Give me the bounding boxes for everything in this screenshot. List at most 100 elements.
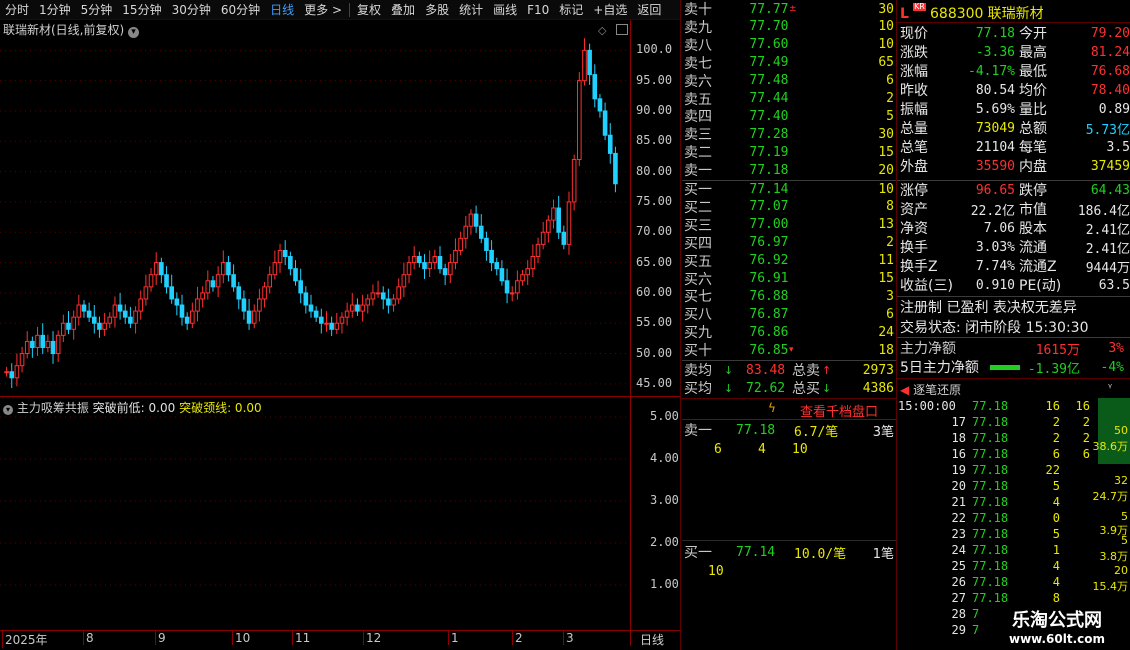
indicator-axis: 5.00 4.00 3.00 2.00 1.00 — [632, 396, 680, 630]
bid-row[interactable]: 买五 76.92 11 — [684, 252, 894, 270]
thousand-buy-detail: 10 — [708, 562, 724, 580]
thousand-mid-line — [682, 540, 896, 541]
tick-row: 19 77.18 22 — [898, 462, 1098, 478]
tick-price: 77.18 — [972, 591, 1009, 605]
tick-price: 77.18 — [972, 575, 1009, 589]
level-price: 76.85 — [749, 342, 789, 358]
ask-row[interactable]: 卖七 77.49 65 — [684, 54, 894, 72]
period-5min[interactable]: 5分钟 — [76, 1, 118, 18]
bid-row[interactable]: 买三 77.00 13 — [684, 216, 894, 234]
period-more[interactable]: 更多 > — [299, 1, 347, 18]
candle-body — [535, 243, 541, 258]
level-volume: 30 — [878, 1, 894, 17]
candle-body — [102, 322, 107, 330]
tool-f10[interactable]: F10 — [522, 3, 554, 17]
tool-multi[interactable]: 多股 — [420, 1, 454, 18]
quote-row: 总量 73049 总额 5.73亿 — [900, 119, 1130, 138]
bid-row[interactable]: 买八 76.87 6 — [684, 305, 894, 324]
tick-price: 77.18 — [972, 527, 1009, 541]
five-day-label: 5日主力净额 — [900, 360, 979, 376]
period-daily[interactable]: 日线 — [265, 1, 299, 18]
quote-value-2: 79.20 — [1090, 25, 1130, 41]
quote-row: 换手 3.03% 流通 2.41亿 — [900, 238, 1130, 257]
ask-row[interactable]: 卖二 77.19 15 — [684, 143, 894, 162]
period-1min[interactable]: 1分钟 — [34, 1, 76, 18]
candle-body — [525, 268, 531, 276]
quote-row: 振幅 5.69% 量比 0.89 — [900, 100, 1130, 119]
quote-value: 0.910 — [975, 277, 1015, 293]
five-day-value: -1.39亿 — [1027, 361, 1080, 377]
bid-row[interactable]: 买四 76.97 2 — [684, 234, 894, 252]
stock-code: 688300 — [930, 6, 984, 22]
candle-body — [19, 353, 25, 367]
tick-price: 77.18 — [972, 479, 1009, 493]
ask-row[interactable]: 卖八 77.60 10 — [684, 36, 894, 54]
ticks-title-text[interactable]: 逐笔还原 — [913, 383, 961, 397]
ask-row[interactable]: 卖九 77.70 10 — [684, 18, 894, 36]
quote-label-2: 流通Z — [1019, 259, 1057, 275]
bid-row[interactable]: 买一 77.14 10 — [684, 180, 894, 199]
bid-row[interactable]: 买七 76.88 3 — [684, 287, 894, 306]
ask-row[interactable]: 卖五 77.44 2 — [684, 90, 894, 108]
tool-mark[interactable]: 标记 — [554, 1, 588, 18]
filter-icon[interactable]: ᵞ — [1108, 381, 1112, 394]
quote-row: 现价 77.18 今开 79.20 — [900, 24, 1130, 43]
bid-row[interactable]: 买二 77.07 8 — [684, 198, 894, 216]
quote-label: 换手 — [900, 240, 928, 256]
level-price: 76.92 — [749, 253, 789, 269]
candle-body — [143, 286, 149, 300]
ask-row[interactable]: 卖一 77.18 20 — [684, 161, 894, 180]
bid-row[interactable]: 买六 76.91 15 — [684, 270, 894, 288]
ask-row[interactable]: 卖三 77.28 30 — [684, 125, 894, 144]
candle-body — [117, 304, 123, 312]
period-fenshi[interactable]: 分时 — [0, 1, 34, 18]
candle-body — [9, 371, 15, 379]
tick-side-value: 32 — [1114, 474, 1128, 487]
sell-detail-2: 4 — [758, 441, 766, 457]
tick-volume: 22 — [1045, 463, 1060, 477]
candle-body — [262, 286, 267, 300]
badge-kr: KR — [913, 2, 926, 11]
total-buy-value: 4386 — [862, 380, 894, 396]
candle-body — [45, 340, 51, 348]
bid-row[interactable]: 买九 76.86 24 — [684, 323, 894, 342]
indicator-tick: 2.00 — [650, 535, 679, 549]
quote-label-2: PE(动) — [1019, 278, 1062, 294]
ask-row[interactable]: 卖六 77.48 6 — [684, 72, 894, 90]
candle-body — [55, 334, 61, 355]
candle-body — [592, 74, 598, 100]
candle-body — [587, 49, 592, 76]
watermark: 乐淘公式网 www.60lt.com — [992, 604, 1122, 648]
candle-body — [576, 80, 582, 160]
thousand-divider — [682, 398, 896, 399]
quote-label: 现价 — [900, 26, 928, 42]
quote-value: 21104 — [975, 139, 1015, 155]
thousand-buy-price: 77.14 — [736, 544, 776, 560]
candle-body — [86, 310, 92, 318]
quote-value-2: 37459 — [1090, 158, 1130, 174]
badge-l: L — [900, 6, 909, 22]
candle-body — [272, 262, 278, 276]
period-60min[interactable]: 60分钟 — [216, 1, 265, 18]
period-30min[interactable]: 30分钟 — [167, 1, 216, 18]
candle-body — [4, 371, 9, 374]
buy-avg-label: 买均 — [684, 381, 712, 397]
tool-stats[interactable]: 统计 — [454, 1, 488, 18]
tool-fuquan[interactable]: 复权 — [352, 1, 386, 18]
candle-body — [169, 286, 174, 300]
ask-row[interactable]: 卖十 77.77 ±30 — [684, 0, 894, 19]
ask-row[interactable]: 卖四 77.40 5 — [684, 107, 894, 126]
candle-body — [35, 334, 40, 348]
period-15min[interactable]: 15分钟 — [117, 1, 166, 18]
tick-volume: 4 — [1052, 495, 1060, 509]
candle-body — [582, 49, 587, 82]
tool-draw[interactable]: 画线 — [488, 1, 522, 18]
tool-add-watch[interactable]: +自选 — [588, 1, 632, 18]
tool-overlay[interactable]: 叠加 — [386, 1, 420, 18]
watermark-title: 乐淘公式网 — [1012, 610, 1102, 631]
candle-body — [215, 274, 221, 288]
thousand-buy-row: 买一 77.14 10.0/笔 1笔 — [684, 543, 894, 562]
quote-label: 外盘 — [900, 159, 928, 175]
thousand-link[interactable]: 查看千档盘口 — [800, 401, 878, 420]
bid-row[interactable]: 买十 76.85 ▾ 18 — [684, 341, 894, 360]
